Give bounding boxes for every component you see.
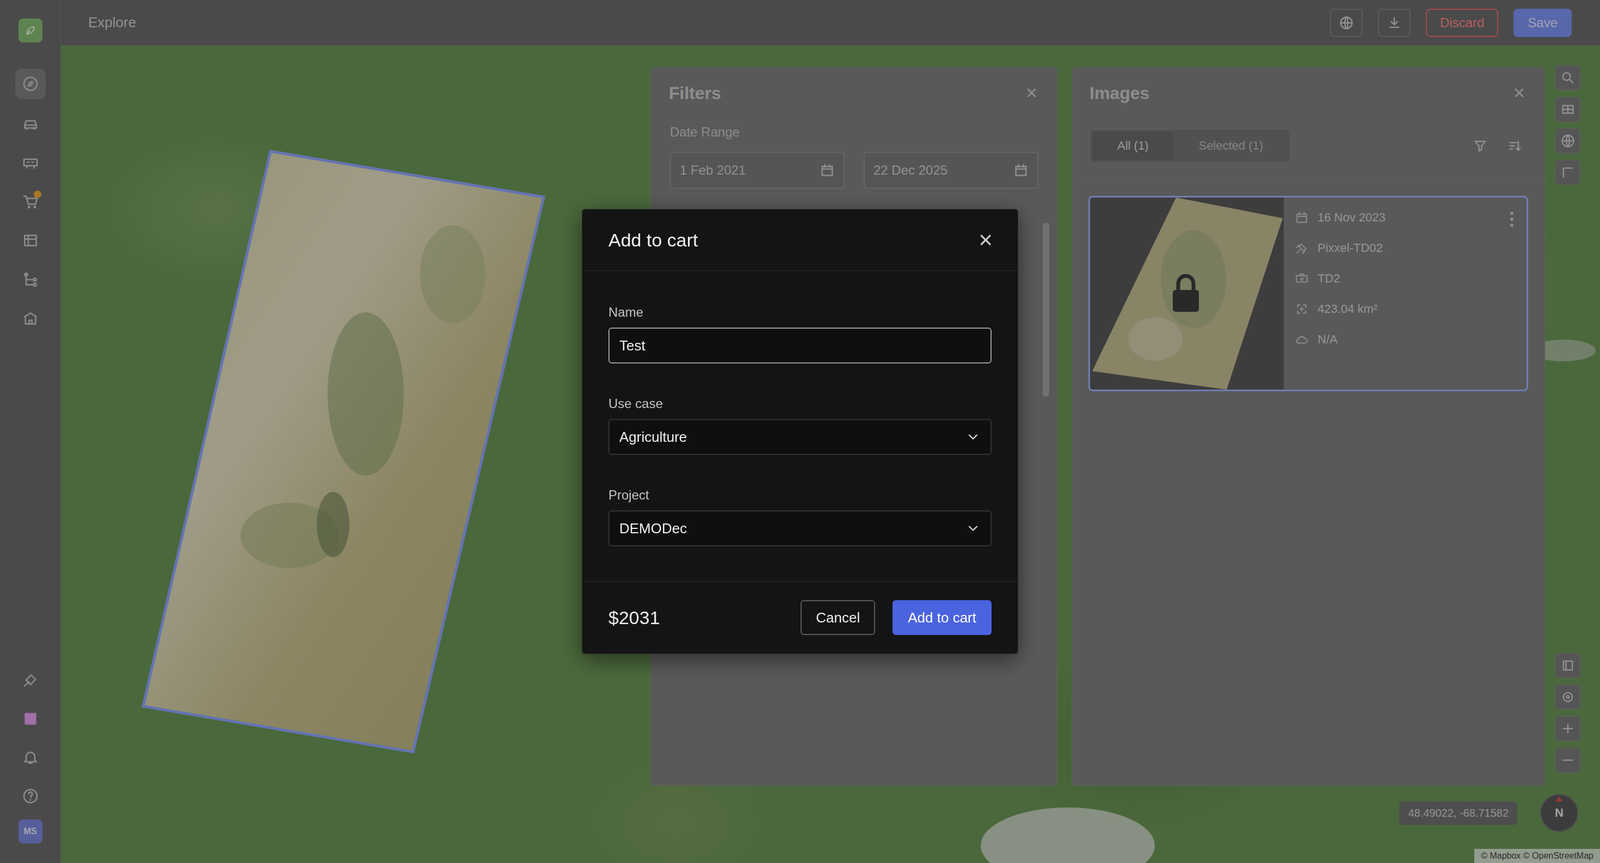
field-label: Use case: [608, 396, 992, 412]
dialog-button[interactable]: Add to cart: [892, 600, 992, 636]
dialog-actions: Cancel Add to cart: [800, 600, 992, 636]
form-field: Project DEMODec: [608, 487, 992, 547]
dialog-header: Add to cart ×: [582, 209, 1018, 272]
add-to-cart-dialog: Add to cart × Name Use case Agriculture Proje…: [581, 208, 1019, 655]
select-field[interactable]: DEMODec: [608, 510, 992, 547]
chevron-down-icon: [965, 429, 981, 445]
field-label: Name: [608, 304, 992, 320]
app-root: MSExploreDiscardSaveFilters×Date Range1 …: [0, 0, 1600, 863]
form-field: Name: [608, 304, 992, 364]
modal-backdrop[interactable]: Add to cart × Name Use case Agriculture Proje…: [0, 0, 1600, 863]
dialog-footer: $2031 Cancel Add to cart: [582, 581, 1018, 654]
close-button[interactable]: ×: [975, 228, 996, 252]
price: $2031: [608, 607, 661, 629]
chevron-down-icon: [965, 520, 981, 537]
dialog-title: Add to cart: [608, 229, 698, 251]
form-field: Use case Agriculture: [608, 396, 992, 455]
name-input[interactable]: [608, 327, 992, 364]
select-field[interactable]: Agriculture: [608, 419, 992, 455]
dialog-body: Name Use case Agriculture Project DEMODec: [582, 271, 1018, 582]
field-label: Project: [608, 487, 992, 503]
dialog-button[interactable]: Cancel: [800, 600, 876, 636]
